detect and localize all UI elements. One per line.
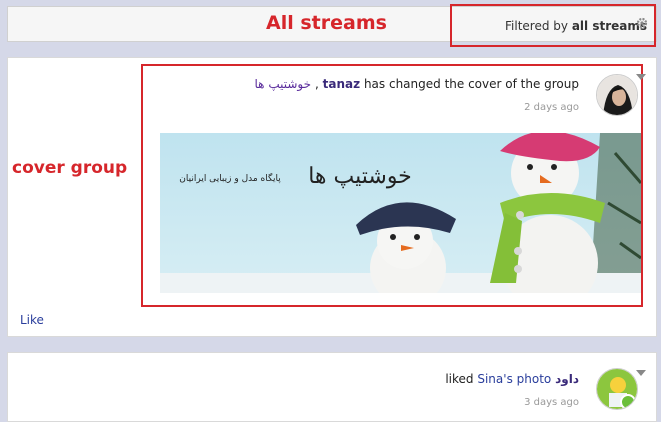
group-link[interactable]: خوشتیپ ها: [255, 77, 312, 91]
gear-icon[interactable]: [636, 17, 648, 29]
chevron-down-icon[interactable]: [636, 74, 646, 80]
chevron-down-icon[interactable]: [636, 370, 646, 376]
group-cover-image[interactable]: خوشتیپ ها پایگاه مدل و زیبایی ایرانیان: [160, 133, 641, 293]
banner-logo: خوشتیپ ها: [308, 164, 412, 189]
owner-link[interactable]: Sina's: [477, 372, 512, 386]
avatar[interactable]: [596, 74, 638, 116]
filter-prefix: Filtered by: [505, 19, 568, 33]
story-headline: liked Sina's photo داود: [445, 372, 579, 386]
photo-link[interactable]: photo: [517, 372, 552, 386]
story-headline: خوشتیپ ها, tanaz has changed the cover o…: [254, 77, 579, 91]
story-action: liked: [445, 372, 474, 386]
story-action: has changed the cover of the group: [363, 77, 579, 91]
banner-subtitle: پایگاه مدل و زیبایی ایرانیان: [179, 172, 281, 184]
avatar[interactable]: [596, 368, 638, 410]
annotation-all-streams: All streams: [266, 12, 387, 34]
like-link[interactable]: Like: [20, 313, 44, 327]
timestamp[interactable]: 2 days ago: [524, 102, 579, 113]
timestamp[interactable]: 3 days ago: [524, 397, 579, 408]
activity-card: [7, 352, 657, 422]
stream-filter[interactable]: Filtered by all streams: [505, 19, 647, 33]
user-link[interactable]: tanaz: [323, 77, 360, 91]
annotation-cover-group: cover group: [12, 158, 128, 178]
user-link[interactable]: داود: [555, 372, 579, 386]
